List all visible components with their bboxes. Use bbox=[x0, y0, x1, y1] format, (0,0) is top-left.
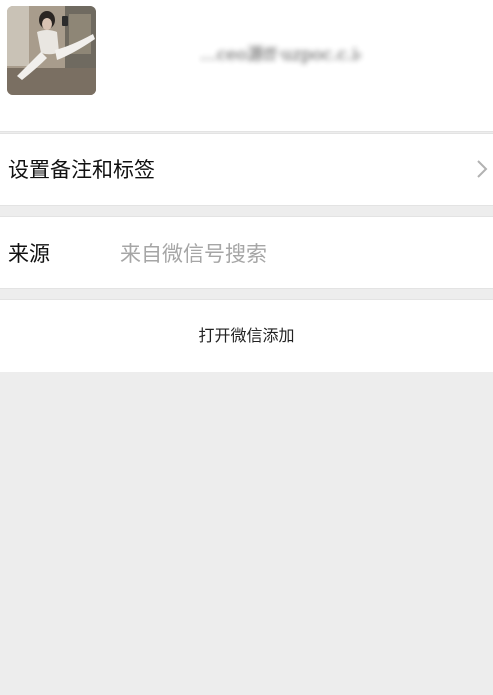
remark-tags-label: 设置备注和标签 bbox=[8, 158, 155, 182]
open-wechat-add-label: 打开微信添加 bbox=[198, 326, 295, 345]
profile-card: …ceo源ff·uzpoc.c.ic bbox=[0, 0, 493, 132]
source-label: 来源 bbox=[8, 242, 50, 266]
source-value: 来自微信号搜索 bbox=[120, 242, 267, 266]
user-photo bbox=[7, 6, 96, 95]
open-wechat-add-button[interactable]: 打开微信添加 bbox=[0, 299, 493, 372]
wechat-id: …ceo源ff·uzpoc.c.ic bbox=[200, 45, 360, 65]
avatar[interactable] bbox=[7, 6, 96, 95]
remark-tags-row[interactable]: 设置备注和标签 bbox=[0, 133, 493, 206]
chevron-right-icon bbox=[477, 160, 488, 178]
source-row: 来源 来自微信号搜索 bbox=[0, 216, 493, 289]
